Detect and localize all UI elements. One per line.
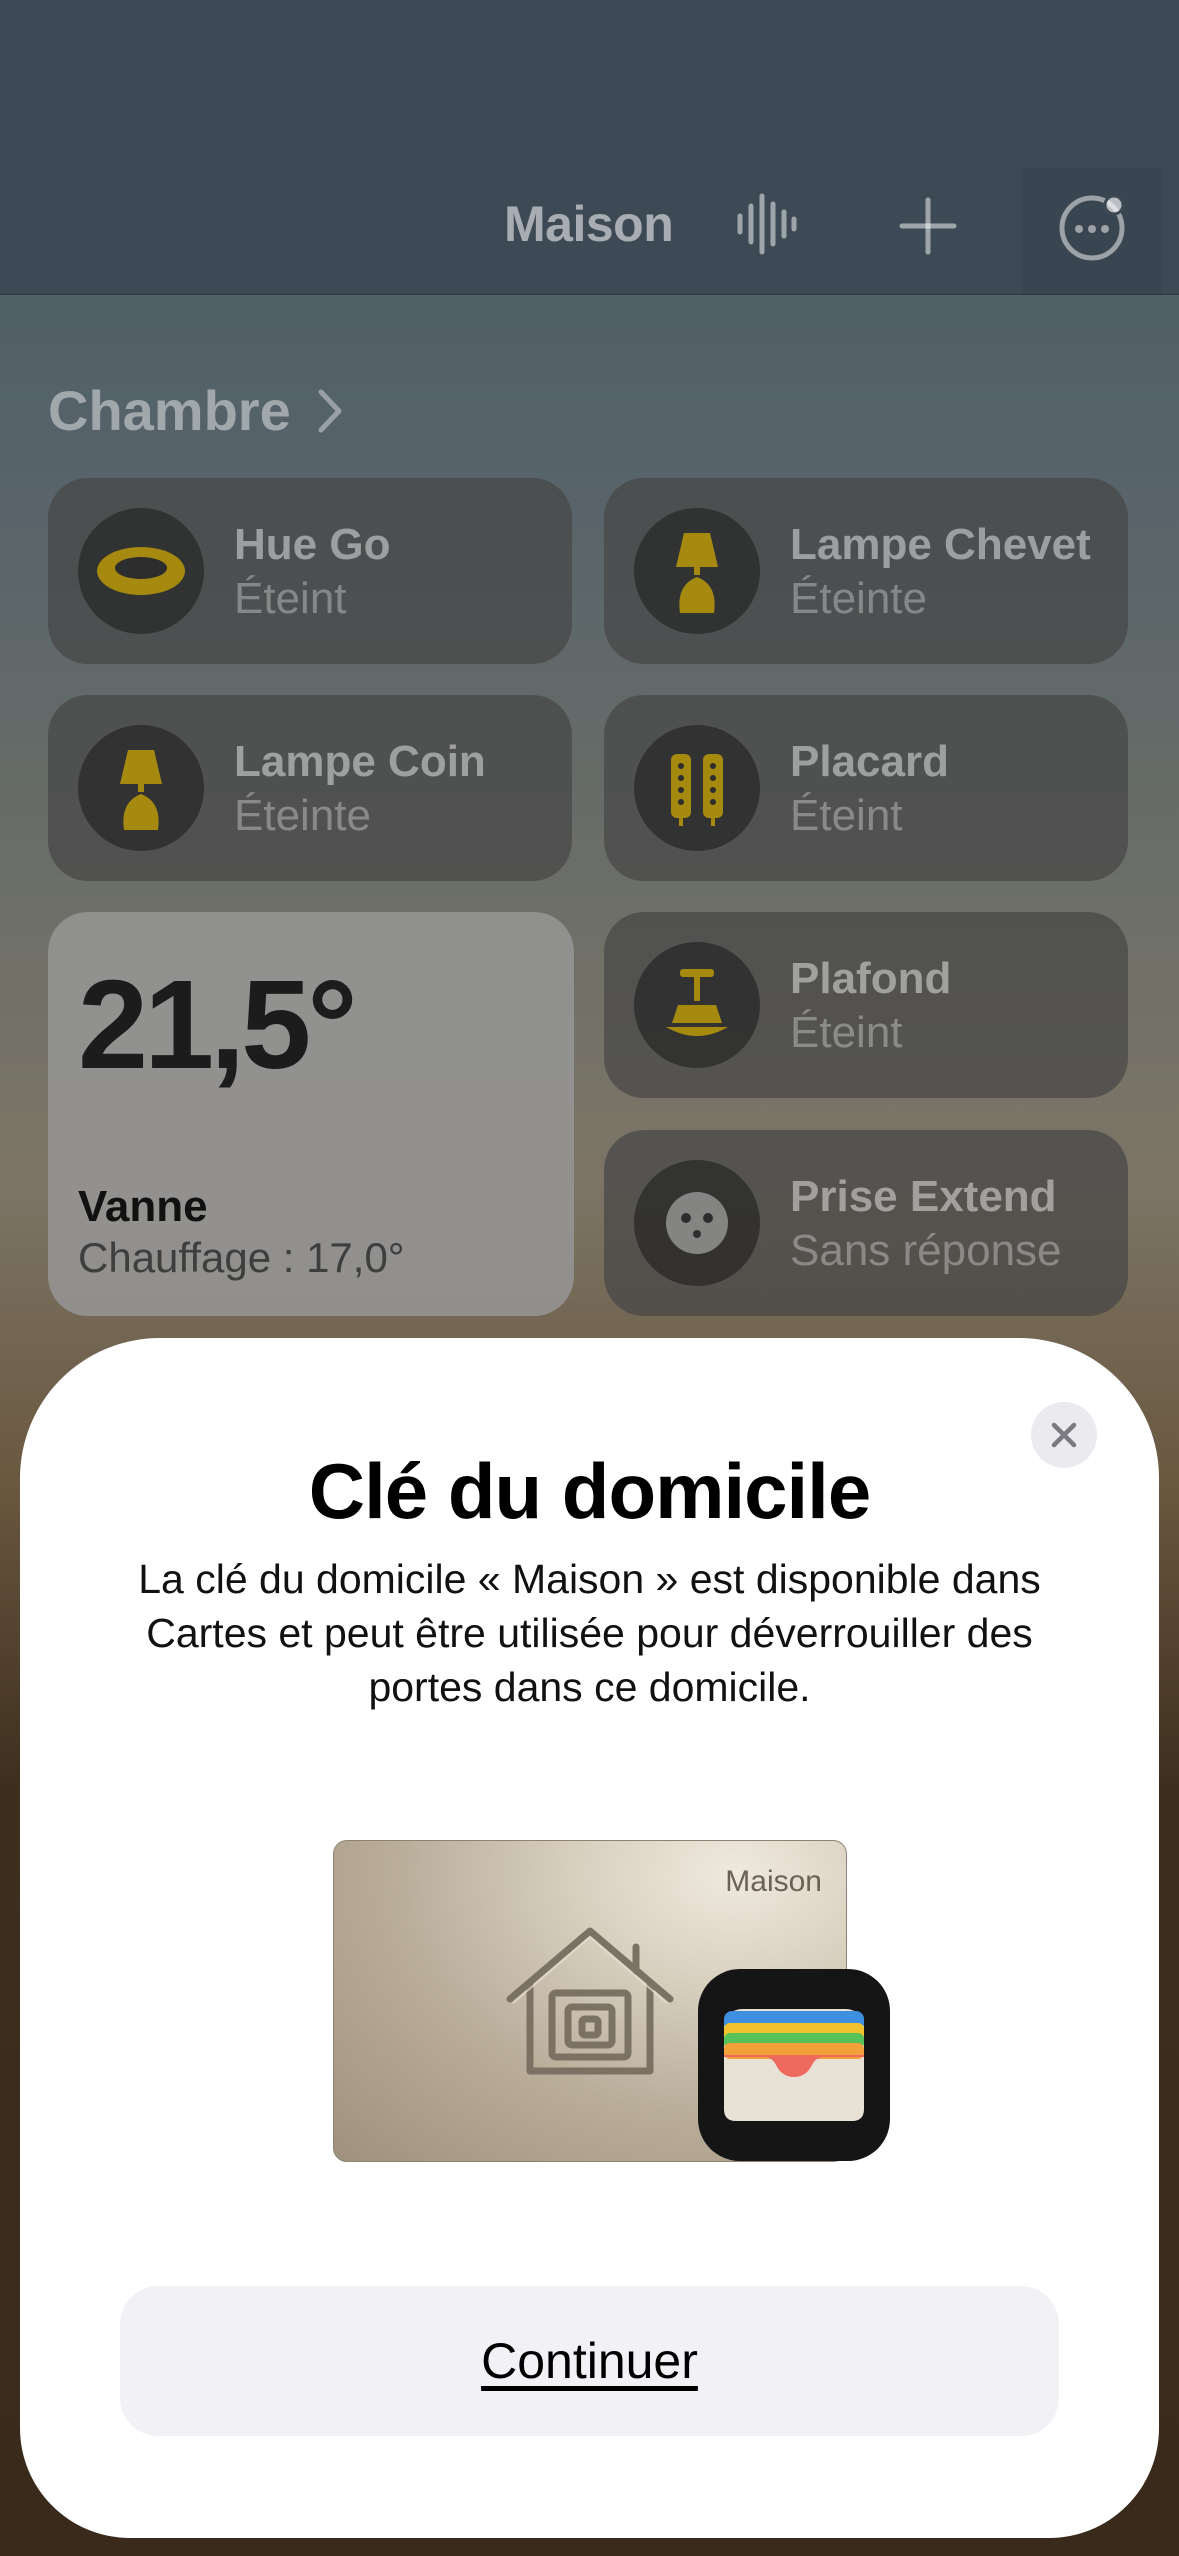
tile-name: Prise Extend xyxy=(790,1172,1057,1221)
tile-name: Plafond xyxy=(790,954,952,1003)
plus-icon[interactable] xyxy=(898,196,958,256)
tile-status: Éteinte xyxy=(790,574,927,623)
sheet-title: Clé du domicile xyxy=(308,1447,871,1535)
thermostat-tile[interactable]: 21,5° Vanne Chauffage : 17,0° xyxy=(48,912,574,1316)
tile-status: Éteint xyxy=(234,574,347,623)
hue-go-icon[interactable] xyxy=(78,508,204,634)
continue-button[interactable]: Continuer xyxy=(120,2286,1059,2436)
accessory-tile-prise-extend[interactable]: Prise Extend Sans réponse xyxy=(604,1130,1128,1316)
tile-name: Lampe Coin xyxy=(234,737,486,786)
wallet-app-icon xyxy=(698,1969,890,2161)
tile-name: Lampe Chevet xyxy=(790,520,1091,569)
tile-name: Placard xyxy=(790,737,949,786)
current-temperature: 21,5° xyxy=(78,954,358,1095)
room-title: Chambre xyxy=(48,379,291,442)
tile-name: Hue Go xyxy=(234,520,391,569)
top-nav-bar: Maison xyxy=(0,0,1179,295)
home-key-house-icon xyxy=(506,1927,674,2075)
thermostat-name: Vanne xyxy=(78,1182,208,1231)
accessory-tile-placard[interactable]: Placard Éteint xyxy=(604,695,1128,881)
sheet-description: La clé du domicile « Maison » est dispon… xyxy=(138,1556,1041,1710)
lamp-icon[interactable] xyxy=(634,508,760,634)
room-header[interactable]: Chambre xyxy=(48,378,343,443)
accessory-tile-hue-go[interactable]: Hue Go Éteint xyxy=(48,478,572,664)
tile-status: Éteint xyxy=(790,791,903,840)
accessory-tile-lampe-chevet[interactable]: Lampe Chevet Éteinte xyxy=(604,478,1128,664)
chevron-right-icon xyxy=(318,389,342,432)
outlet-icon[interactable] xyxy=(634,1160,760,1286)
tile-status: Éteinte xyxy=(234,791,371,840)
lamp-icon[interactable] xyxy=(78,725,204,851)
tile-status: Éteint xyxy=(790,1008,903,1057)
accessory-tile-plafond[interactable]: Plafond Éteint xyxy=(604,912,1128,1098)
ceiling-light-icon[interactable] xyxy=(634,942,760,1068)
waveform-icon[interactable] xyxy=(734,192,798,256)
thermostat-status: Chauffage : 17,0° xyxy=(78,1234,405,1281)
accessory-tile-lampe-coin[interactable]: Lampe Coin Éteinte xyxy=(48,695,572,881)
card-label: Maison xyxy=(725,1865,822,1898)
tile-status: Sans réponse xyxy=(790,1226,1062,1275)
home-title[interactable]: Maison xyxy=(504,195,674,253)
more-icon[interactable] xyxy=(1058,192,1130,264)
continue-button-label: Continuer xyxy=(481,2333,698,2389)
light-strip-icon[interactable] xyxy=(634,725,760,851)
